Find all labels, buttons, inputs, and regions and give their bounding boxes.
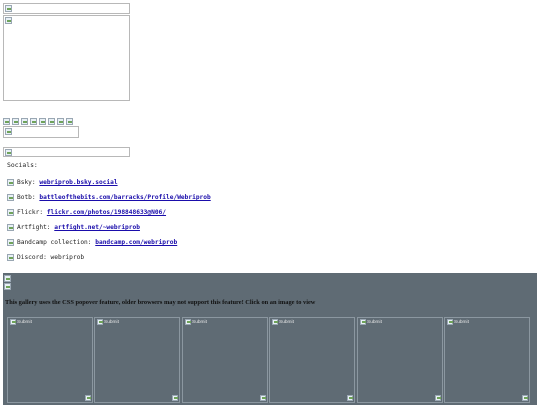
broken-image-icon <box>360 319 366 325</box>
broken-image-icon <box>5 128 12 135</box>
corner-image-icon <box>435 395 441 401</box>
gallery-tile[interactable]: Submit <box>182 317 268 403</box>
broken-image-icon <box>5 149 12 156</box>
gallery-header-icon <box>4 275 11 282</box>
corner-image-icon <box>172 395 178 401</box>
broken-image-icon <box>97 319 103 325</box>
badge-icon[interactable] <box>48 118 55 125</box>
botb-icon <box>7 193 14 201</box>
discord-icon <box>7 253 14 261</box>
socials-heading: Socials: <box>7 161 38 169</box>
corner-image-icon <box>522 395 528 401</box>
divider-image <box>3 147 130 157</box>
social-label: Bandcamp collection: <box>17 239 92 246</box>
social-item-discord: Discord: webriprob <box>7 253 84 262</box>
tile-alt-text: Submit <box>104 319 119 325</box>
badge-icon[interactable] <box>39 118 46 125</box>
social-label: Flickr: <box>17 209 44 216</box>
tile-alt-text: Submit <box>454 319 469 325</box>
broken-image-icon <box>10 319 16 325</box>
badge-icon[interactable] <box>3 118 10 125</box>
gallery-notice: This gallery uses the CSS popover featur… <box>5 299 316 306</box>
corner-image-icon <box>85 395 91 401</box>
social-link[interactable]: battleofthebits.com/barracks/Profile/Web… <box>39 194 210 201</box>
broken-image-icon <box>272 319 278 325</box>
social-link[interactable]: bandcamp.com/webriprob <box>95 239 177 246</box>
social-link[interactable]: flickr.com/photos/198848633@N06/ <box>47 209 166 216</box>
broken-image-icon <box>5 17 12 24</box>
bsky-icon <box>7 178 14 186</box>
tile-alt-text: Submit <box>367 319 382 325</box>
header-main-image <box>3 15 130 101</box>
gallery-tile[interactable]: Submit <box>7 317 93 403</box>
gallery-header-icon <box>4 283 11 290</box>
social-label: Discord: webriprob <box>17 254 85 261</box>
corner-image-icon <box>347 395 353 401</box>
social-link[interactable]: artfight.net/~webriprob <box>54 224 140 231</box>
badge-icon[interactable] <box>21 118 28 125</box>
badge-icon[interactable] <box>30 118 37 125</box>
badge-icon[interactable] <box>66 118 73 125</box>
flickr-icon <box>7 208 14 216</box>
tile-alt-text: Submit <box>17 319 32 325</box>
badge-icon[interactable] <box>57 118 64 125</box>
social-item-artfight: Artfight: artfight.net/~webriprob <box>7 223 140 232</box>
social-label: Bsky: <box>17 179 36 186</box>
tile-alt-text: Submit <box>279 319 294 325</box>
social-item-botb: Botb: battleofthebits.com/barracks/Profi… <box>7 193 211 202</box>
social-item-bandcamp: Bandcamp collection: bandcamp.com/webrip… <box>7 238 177 247</box>
corner-image-icon <box>260 395 266 401</box>
social-item-flickr: Flickr: flickr.com/photos/198848633@N06/ <box>7 208 166 217</box>
badge-icon[interactable] <box>12 118 19 125</box>
gallery-section: This gallery uses the CSS popover featur… <box>3 273 537 405</box>
gallery-tile[interactable]: Submit <box>444 317 530 403</box>
gallery-tile[interactable]: Submit <box>269 317 355 403</box>
button-image[interactable] <box>3 126 79 138</box>
gallery-tile[interactable]: Submit <box>94 317 180 403</box>
social-label: Artfight: <box>17 224 51 231</box>
broken-image-icon <box>185 319 191 325</box>
bandcamp-icon <box>7 238 14 246</box>
broken-image-icon <box>5 5 12 12</box>
broken-image-icon <box>447 319 453 325</box>
tile-alt-text: Submit <box>192 319 207 325</box>
artfight-icon <box>7 223 14 231</box>
social-item-bsky: Bsky: webriprob.bsky.social <box>7 178 118 187</box>
social-label: Botb: <box>17 194 36 201</box>
social-link[interactable]: webriprob.bsky.social <box>39 179 117 186</box>
gallery-tile[interactable]: Submit <box>357 317 443 403</box>
header-banner-image <box>3 3 130 14</box>
